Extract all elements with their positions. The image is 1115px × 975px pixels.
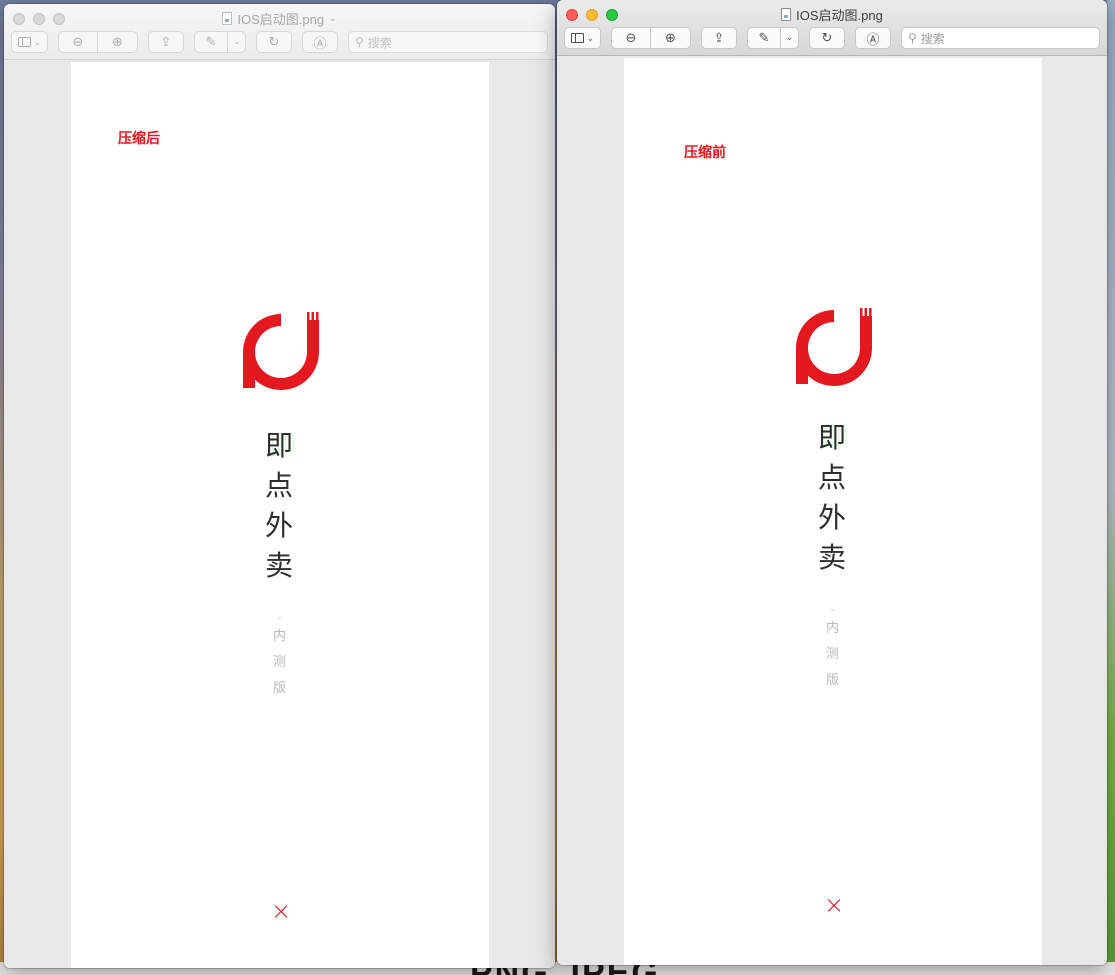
chevron-down-icon: ⌄	[232, 37, 241, 47]
annotate-button[interactable]: Ⓐ	[855, 27, 891, 49]
search-placeholder: 搜索	[367, 35, 392, 50]
image-page: 压缩前 即 点 外 卖 - 内 测 版 ×	[624, 58, 1042, 965]
sidebar-toggle-button[interactable]: ⌄	[11, 31, 48, 53]
cross-mark-icon: ×	[271, 897, 292, 925]
toolbar: ⌄ ⊖ ⊕ ⇪ ✎ ⌄ ↻ Ⓐ ⚲ 搜索	[564, 26, 1100, 50]
document-icon	[781, 7, 792, 21]
document-icon	[222, 11, 233, 25]
beta-char: 内	[826, 621, 840, 636]
search-icon: ⚲	[908, 31, 917, 45]
titlebar[interactable]: IOS启动图.png ⌄ ⌄ ⊖ ⊕ ⇪ ✎ ⌄ ↻ Ⓐ ⚲ 搜索	[4, 4, 555, 60]
markup-group: ✎ ⌄	[747, 27, 799, 49]
window-title-text: IOS启动图.png	[796, 7, 883, 23]
rotate-icon: ↻	[268, 34, 280, 50]
zoom-in-icon: ⊕	[112, 34, 123, 50]
cross-mark-icon: ×	[824, 891, 845, 919]
share-button[interactable]: ⇪	[701, 27, 737, 49]
preview-window-compressed[interactable]: IOS启动图.png ⌄ ⌄ ⊖ ⊕ ⇪ ✎ ⌄ ↻ Ⓐ ⚲ 搜索 压缩后 即 …	[4, 4, 555, 968]
beta-char: 版	[273, 681, 287, 696]
beta-dash: -	[830, 605, 835, 616]
sidebar-toggle-button[interactable]: ⌄	[564, 27, 601, 49]
beta-char: 测	[273, 655, 287, 670]
sidebar-icon	[18, 37, 32, 47]
search-placeholder: 搜索	[920, 31, 945, 46]
annotate-button[interactable]: Ⓐ	[302, 31, 338, 53]
markup-dropdown[interactable]: ⌄	[781, 27, 799, 49]
beta-dash: -	[277, 613, 282, 624]
app-name-char: 即	[818, 421, 847, 454]
zoom-out-icon: ⊖	[72, 34, 84, 50]
search-field[interactable]: ⚲ 搜索	[348, 31, 548, 53]
markup-button[interactable]: ✎	[747, 27, 781, 49]
chevron-down-icon: ⌄	[587, 33, 594, 43]
app-name-char: 外	[265, 509, 294, 542]
sidebar-icon	[571, 33, 585, 43]
zoom-out-button[interactable]: ⊖	[611, 27, 651, 49]
beta-char: 测	[826, 647, 840, 662]
rotate-button[interactable]: ↻	[256, 31, 292, 53]
desktop-background	[1107, 0, 1115, 975]
app-name-char: 即	[265, 429, 294, 462]
markup-group: ✎ ⌄	[194, 31, 246, 53]
markup-circle-icon: Ⓐ	[313, 36, 327, 52]
window-title-text: IOS启动图.png	[237, 11, 325, 27]
chevron-down-icon: ⌄	[34, 37, 41, 47]
app-name: 即 点 外 卖	[265, 426, 293, 586]
window-title[interactable]: IOS启动图.png ⌄	[4, 10, 555, 27]
zoom-out-button[interactable]: ⊖	[58, 31, 98, 53]
page-label: 压缩前	[684, 145, 726, 161]
titlebar[interactable]: IOS启动图.png ⌄ ⊖ ⊕ ⇪ ✎ ⌄ ↻ Ⓐ ⚲ 搜索	[557, 0, 1107, 56]
markup-circle-icon: Ⓐ	[866, 32, 880, 48]
app-logo-icon	[796, 308, 872, 386]
share-button[interactable]: ⇪	[148, 31, 184, 53]
image-page: 压缩后 即 点 外 卖 - 内 测 版 ×	[71, 62, 489, 968]
zoom-group: ⊖ ⊕	[58, 31, 138, 53]
beta-char: 版	[826, 673, 840, 688]
zoom-in-icon: ⊕	[665, 30, 676, 46]
app-name-char: 卖	[265, 549, 294, 582]
zoom-in-button[interactable]: ⊕	[98, 31, 138, 53]
document-viewport[interactable]: 压缩前 即 点 外 卖 - 内 测 版 ×	[557, 56, 1107, 965]
window-title[interactable]: IOS启动图.png	[557, 6, 1107, 23]
toolbar: ⌄ ⊖ ⊕ ⇪ ✎ ⌄ ↻ Ⓐ ⚲ 搜索	[11, 30, 548, 54]
chevron-down-icon: ⌄	[785, 33, 794, 43]
app-name-char: 外	[818, 501, 847, 534]
rotate-icon: ↻	[821, 30, 833, 46]
app-logo-icon	[243, 312, 319, 390]
chevron-down-icon[interactable]: ⌄	[329, 13, 337, 24]
beta-label: - 内 测 版	[273, 614, 286, 702]
markup-button[interactable]: ✎	[194, 31, 228, 53]
zoom-out-icon: ⊖	[625, 30, 637, 46]
zoom-in-button[interactable]: ⊕	[651, 27, 691, 49]
app-name-char: 卖	[818, 541, 847, 574]
search-field[interactable]: ⚲ 搜索	[901, 27, 1100, 49]
markup-dropdown[interactable]: ⌄	[228, 31, 246, 53]
document-viewport[interactable]: 压缩后 即 点 外 卖 - 内 测 版 ×	[4, 60, 555, 968]
zoom-group: ⊖ ⊕	[611, 27, 691, 49]
rotate-button[interactable]: ↻	[809, 27, 845, 49]
beta-label: - 内 测 版	[826, 606, 839, 694]
beta-char: 内	[273, 629, 287, 644]
app-name: 即 点 外 卖	[818, 418, 846, 578]
page-label: 压缩后	[118, 131, 160, 147]
app-name-char: 点	[265, 469, 294, 502]
pen-icon: ✎	[758, 30, 770, 46]
preview-window-original[interactable]: IOS启动图.png ⌄ ⊖ ⊕ ⇪ ✎ ⌄ ↻ Ⓐ ⚲ 搜索 压缩前 即 点 …	[557, 0, 1107, 965]
pen-icon: ✎	[205, 34, 217, 50]
search-icon: ⚲	[355, 35, 364, 49]
app-name-char: 点	[818, 461, 847, 494]
share-icon: ⇪	[160, 34, 172, 50]
share-icon: ⇪	[713, 30, 725, 46]
